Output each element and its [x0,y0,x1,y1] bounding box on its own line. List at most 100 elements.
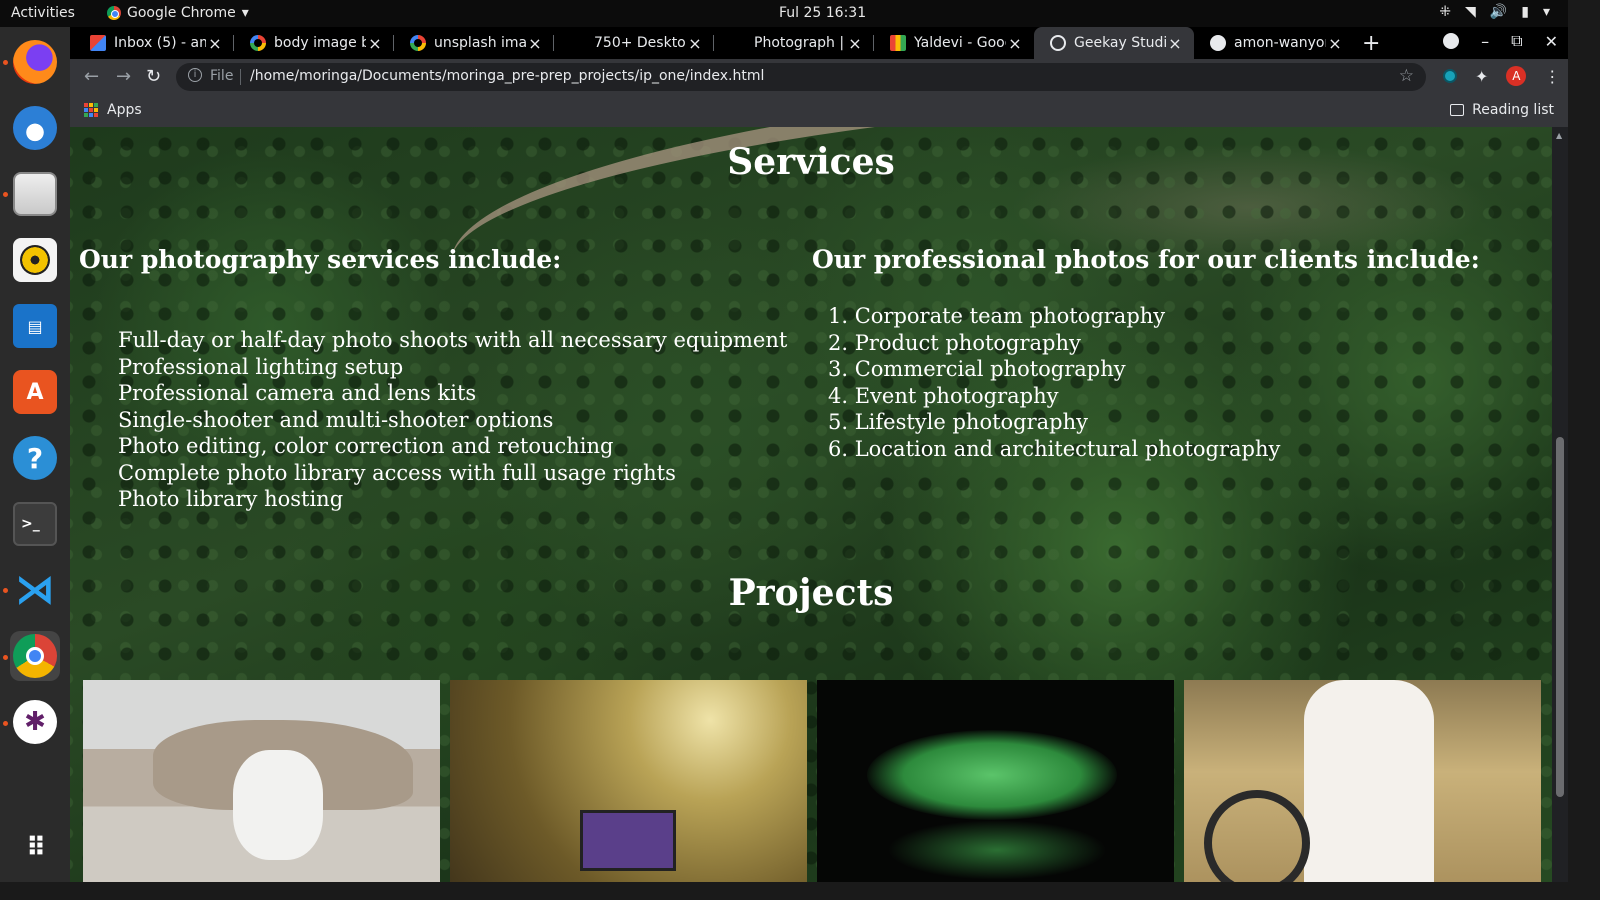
close-window-icon[interactable]: ✕ [1545,32,1558,51]
reading-list-button[interactable]: Reading list [1450,102,1554,118]
close-tab-icon[interactable]: × [366,34,384,53]
close-tab-icon[interactable]: × [1326,34,1344,53]
close-tab-icon[interactable]: × [1006,34,1024,53]
minimize-icon[interactable]: – [1481,32,1489,51]
rhythmbox-icon [13,238,57,282]
github-icon [1210,35,1226,51]
tab-unsplash[interactable]: unsplash imag × [394,27,554,59]
software-launcher[interactable]: A [10,367,60,417]
files-launcher[interactable] [10,169,60,219]
page-scrollbar[interactable]: ▲ [1552,127,1568,882]
list-item: 6. Location and architectural photograph… [828,436,1281,461]
tab-desktop[interactable]: 750+ Desktop × [554,27,714,59]
url-text[interactable]: /home/moringa/Documents/moringa_pre-prep… [250,68,764,84]
wifi-icon[interactable]: ◥ [1465,4,1476,20]
list-item: 5. Lifestyle photography [828,410,1088,434]
reload-icon[interactable]: ↻ [146,66,161,87]
project-image-lotus[interactable] [817,680,1174,882]
google-icon [250,35,266,51]
google-icon [410,35,426,51]
terminal-launcher[interactable]: >_ [10,499,60,549]
network-indicator-icon[interactable]: ⁜ [1439,4,1451,20]
system-menu-chevron-icon[interactable]: ▾ [1543,4,1550,20]
battery-icon[interactable]: ▮ [1521,4,1529,20]
blank-page-icon [570,35,586,51]
apps-label: Apps [107,102,142,118]
list-item: Full-day or half-day photo shoots with a… [118,328,788,352]
google-fonts-icon [890,35,906,51]
services-list: Full-day or half-day photo shoots with a… [118,327,787,513]
page-viewport[interactable]: Services Our photography services includ… [70,127,1552,882]
scrollbar-thumb[interactable] [1556,437,1564,797]
chrome-window: Inbox (5) - amo × body image ba × unspla… [70,27,1568,882]
forward-arrow-icon[interactable]: → [116,66,131,87]
bookmark-star-icon[interactable]: ☆ [1399,66,1414,86]
page-content: Services Our photography services includ… [70,127,1552,882]
tab-title: Photograph | ↑ [754,35,846,51]
reading-list-label: Reading list [1472,102,1554,118]
tab-body-image[interactable]: body image ba × [234,27,394,59]
clock[interactable]: Ful 25 16:31 [779,5,866,21]
close-tab-icon[interactable]: × [206,34,224,53]
project-image-couple[interactable] [1184,680,1541,882]
running-indicator [3,60,8,65]
files-icon [13,172,57,216]
address-bar[interactable]: i File /home/moringa/Documents/moringa_p… [176,63,1426,91]
tab-title: 750+ Desktop [594,35,686,51]
tab-search-icon[interactable] [1443,33,1460,49]
tab-github[interactable]: amon-wanyon × [1194,27,1354,59]
close-tab-icon[interactable]: × [526,34,544,53]
tab-inbox[interactable]: Inbox (5) - amo × [74,27,234,59]
globe-icon [1050,35,1066,51]
volume-icon[interactable]: 🔊 [1490,4,1507,20]
close-tab-icon[interactable]: × [1166,34,1184,53]
thunderbird-launcher[interactable] [10,103,60,153]
show-applications-button[interactable]: ⠿ [10,823,60,873]
vscode-launcher[interactable]: ⋊ [10,565,60,615]
list-item: 4. Event photography [828,383,1059,408]
close-tab-icon[interactable]: × [686,34,704,53]
scroll-up-arrow-icon[interactable]: ▲ [1556,131,1562,140]
chrome-launcher[interactable] [10,631,60,681]
app-menu[interactable]: Google Chrome ▾ [107,5,249,21]
activities-button[interactable]: Activities [11,5,75,21]
kebab-menu-icon[interactable]: ⋮ [1544,67,1560,86]
app-menu-label: Google Chrome [127,5,236,21]
bookmarks-bar: Apps Reading list [70,95,1568,127]
tab-photograph[interactable]: Photograph | ↑ × [714,27,874,59]
tab-title: body image ba [274,35,366,51]
firefox-launcher[interactable] [10,37,60,87]
rhythmbox-launcher[interactable] [10,235,60,285]
system-tray[interactable]: ⁜ ◥ 🔊 ▮ ▾ [1439,4,1550,20]
restore-icon[interactable]: ⧉ [1511,31,1522,51]
tab-title: Geekay Studio [1074,35,1166,51]
tab-yaldevi[interactable]: Yaldevi - Goog × [874,27,1034,59]
tab-geekay-studio[interactable]: Geekay Studio × [1034,27,1194,59]
help-launcher[interactable]: ? [10,433,60,483]
list-item: Professional camera and lens kits [118,381,477,405]
terminal-icon: >_ [13,502,57,546]
puzzle-extensions-icon[interactable]: ✦ [1475,67,1488,86]
info-icon[interactable]: i [188,68,202,82]
new-tab-button[interactable]: + [1362,31,1380,56]
clients-list: 1. Corporate team photography 2. Product… [828,303,1280,462]
clients-heading: Our professional photos for our clients … [812,245,1480,274]
project-image-desk[interactable] [450,680,807,882]
slack-launcher[interactable]: ✱ [10,697,60,747]
tab-title: unsplash imag [434,35,526,51]
apps-grid-icon [84,103,98,117]
writer-launcher[interactable]: ▤ [10,301,60,351]
extension-icon[interactable] [1443,69,1457,83]
close-tab-icon[interactable]: × [846,34,864,53]
list-item: Professional lighting setup [118,354,404,379]
project-image-veil[interactable] [83,680,440,882]
services-heading: Our photography services include: [79,245,562,274]
back-arrow-icon[interactable]: ← [84,66,99,87]
profile-avatar[interactable]: A [1506,66,1527,86]
apps-shortcut[interactable]: Apps [84,102,142,118]
help-icon: ? [13,436,57,480]
tab-title: amon-wanyon [1234,35,1326,51]
url-scheme: File [210,68,234,84]
list-item: 2. Product photography [828,330,1081,355]
chrome-icon [13,634,57,678]
